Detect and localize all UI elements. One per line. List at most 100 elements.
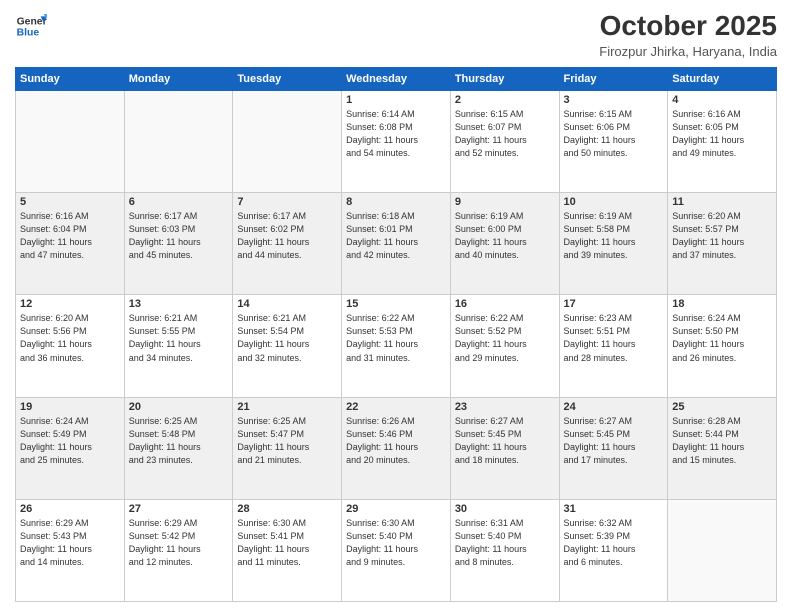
day-info: Sunrise: 6:20 AM Sunset: 5:56 PM Dayligh… [20, 312, 120, 364]
day-number: 21 [237, 401, 337, 413]
day-info: Sunrise: 6:31 AM Sunset: 5:40 PM Dayligh… [455, 517, 555, 569]
day-header-saturday: Saturday [668, 68, 777, 91]
day-info: Sunrise: 6:24 AM Sunset: 5:50 PM Dayligh… [672, 312, 772, 364]
calendar-cell [233, 91, 342, 193]
day-info: Sunrise: 6:19 AM Sunset: 5:58 PM Dayligh… [564, 210, 664, 262]
day-number: 7 [237, 196, 337, 208]
day-info: Sunrise: 6:16 AM Sunset: 6:05 PM Dayligh… [672, 108, 772, 160]
calendar-cell [124, 91, 233, 193]
day-number: 5 [20, 196, 120, 208]
logo: General Blue [15, 10, 47, 42]
calendar-table: SundayMondayTuesdayWednesdayThursdayFrid… [15, 67, 777, 602]
day-header-friday: Friday [559, 68, 668, 91]
calendar-cell: 6Sunrise: 6:17 AM Sunset: 6:03 PM Daylig… [124, 193, 233, 295]
day-info: Sunrise: 6:16 AM Sunset: 6:04 PM Dayligh… [20, 210, 120, 262]
day-number: 16 [455, 298, 555, 310]
calendar-cell: 1 Sunrise: 6:14 AM Sunset: 6:08 PM Daylig… [342, 91, 451, 193]
calendar-cell: 9 Sunrise: 6:19 AM Sunset: 6:00 PM Daylig… [450, 193, 559, 295]
day-number: 19 [20, 401, 120, 413]
day-info: Sunrise: 6:23 AM Sunset: 5:51 PM Dayligh… [564, 312, 664, 364]
day-info: Sunrise: 6:19 AM Sunset: 6:00 PM Dayligh… [455, 210, 555, 262]
day-info: Sunrise: 6:30 AM Sunset: 5:41 PM Dayligh… [237, 517, 337, 569]
calendar-cell: 29 Sunrise: 6:30 AM Sunset: 5:40 PM Dayli… [342, 499, 451, 601]
day-info: Sunrise: 6:17 AM Sunset: 6:03 PM Dayligh… [129, 210, 229, 262]
day-number: 17 [564, 298, 664, 310]
day-info: Sunrise: 6:18 AM Sunset: 6:01 PM Dayligh… [346, 210, 446, 262]
calendar-cell: 5 Sunrise: 6:16 AM Sunset: 6:04 PM Daylig… [16, 193, 125, 295]
day-number: 12 [20, 298, 120, 310]
day-number: 22 [346, 401, 446, 413]
calendar-cell: 4 Sunrise: 6:16 AM Sunset: 6:05 PM Daylig… [668, 91, 777, 193]
day-info: Sunrise: 6:30 AM Sunset: 5:40 PM Dayligh… [346, 517, 446, 569]
calendar-cell: 10 Sunrise: 6:19 AM Sunset: 5:58 PM Dayli… [559, 193, 668, 295]
calendar-page: General Blue October 2025 Firozpur Jhirk… [0, 0, 792, 612]
calendar-cell: 22Sunrise: 6:26 AM Sunset: 5:46 PM Dayli… [342, 397, 451, 499]
calendar-cell: 28 Sunrise: 6:30 AM Sunset: 5:41 PM Dayli… [233, 499, 342, 601]
day-info: Sunrise: 6:25 AM Sunset: 5:47 PM Dayligh… [237, 415, 337, 467]
calendar-cell [16, 91, 125, 193]
day-number: 28 [237, 503, 337, 515]
day-info: Sunrise: 6:21 AM Sunset: 5:55 PM Dayligh… [129, 312, 229, 364]
day-number: 15 [346, 298, 446, 310]
calendar-cell: 30 Sunrise: 6:31 AM Sunset: 5:40 PM Dayli… [450, 499, 559, 601]
calendar-cell: 8 Sunrise: 6:18 AM Sunset: 6:01 PM Daylig… [342, 193, 451, 295]
day-number: 1 [346, 94, 446, 106]
day-info: Sunrise: 6:14 AM Sunset: 6:08 PM Dayligh… [346, 108, 446, 160]
calendar-cell: 14 Sunrise: 6:21 AM Sunset: 5:54 PM Dayli… [233, 295, 342, 397]
week-row-4: 19 Sunrise: 6:24 AM Sunset: 5:49 PM Dayli… [16, 397, 777, 499]
header-row: SundayMondayTuesdayWednesdayThursdayFrid… [16, 68, 777, 91]
logo-icon: General Blue [15, 10, 47, 42]
day-number: 4 [672, 94, 772, 106]
day-number: 9 [455, 196, 555, 208]
calendar-cell: 13 Sunrise: 6:21 AM Sunset: 5:55 PM Dayli… [124, 295, 233, 397]
day-header-wednesday: Wednesday [342, 68, 451, 91]
day-number: 29 [346, 503, 446, 515]
day-number: 8 [346, 196, 446, 208]
week-row-1: 1 Sunrise: 6:14 AM Sunset: 6:08 PM Daylig… [16, 91, 777, 193]
month-title: October 2025 [599, 10, 777, 42]
day-info: Sunrise: 6:22 AM Sunset: 5:52 PM Dayligh… [455, 312, 555, 364]
day-header-monday: Monday [124, 68, 233, 91]
day-number: 2 [455, 94, 555, 106]
calendar-cell: 7Sunrise: 6:17 AM Sunset: 6:02 PM Daylig… [233, 193, 342, 295]
day-header-tuesday: Tuesday [233, 68, 342, 91]
calendar-cell: 23 Sunrise: 6:27 AM Sunset: 5:45 PM Dayli… [450, 397, 559, 499]
day-info: Sunrise: 6:24 AM Sunset: 5:49 PM Dayligh… [20, 415, 120, 467]
calendar-cell: 18 Sunrise: 6:24 AM Sunset: 5:50 PM Dayli… [668, 295, 777, 397]
day-number: 10 [564, 196, 664, 208]
calendar-cell: 25Sunrise: 6:28 AM Sunset: 5:44 PM Dayli… [668, 397, 777, 499]
day-info: Sunrise: 6:20 AM Sunset: 5:57 PM Dayligh… [672, 210, 772, 262]
calendar-cell: 20Sunrise: 6:25 AM Sunset: 5:48 PM Dayli… [124, 397, 233, 499]
day-info: Sunrise: 6:15 AM Sunset: 6:07 PM Dayligh… [455, 108, 555, 160]
day-info: Sunrise: 6:15 AM Sunset: 6:06 PM Dayligh… [564, 108, 664, 160]
svg-text:Blue: Blue [17, 28, 40, 39]
day-number: 14 [237, 298, 337, 310]
day-number: 13 [129, 298, 229, 310]
calendar-cell: 19 Sunrise: 6:24 AM Sunset: 5:49 PM Dayli… [16, 397, 125, 499]
day-info: Sunrise: 6:21 AM Sunset: 5:54 PM Dayligh… [237, 312, 337, 364]
week-row-3: 12 Sunrise: 6:20 AM Sunset: 5:56 PM Dayli… [16, 295, 777, 397]
calendar-cell: 27Sunrise: 6:29 AM Sunset: 5:42 PM Dayli… [124, 499, 233, 601]
title-block: October 2025 Firozpur Jhirka, Haryana, I… [599, 10, 777, 59]
day-info: Sunrise: 6:27 AM Sunset: 5:45 PM Dayligh… [455, 415, 555, 467]
day-number: 23 [455, 401, 555, 413]
calendar-cell: 12 Sunrise: 6:20 AM Sunset: 5:56 PM Dayli… [16, 295, 125, 397]
day-info: Sunrise: 6:25 AM Sunset: 5:48 PM Dayligh… [129, 415, 229, 467]
calendar-cell: 15 Sunrise: 6:22 AM Sunset: 5:53 PM Dayli… [342, 295, 451, 397]
day-info: Sunrise: 6:22 AM Sunset: 5:53 PM Dayligh… [346, 312, 446, 364]
calendar-cell: 21 Sunrise: 6:25 AM Sunset: 5:47 PM Dayli… [233, 397, 342, 499]
day-number: 24 [564, 401, 664, 413]
location: Firozpur Jhirka, Haryana, India [599, 44, 777, 59]
day-number: 18 [672, 298, 772, 310]
calendar-cell: 2 Sunrise: 6:15 AM Sunset: 6:07 PM Daylig… [450, 91, 559, 193]
day-number: 26 [20, 503, 120, 515]
day-info: Sunrise: 6:32 AM Sunset: 5:39 PM Dayligh… [564, 517, 664, 569]
day-header-sunday: Sunday [16, 68, 125, 91]
calendar-cell: 11Sunrise: 6:20 AM Sunset: 5:57 PM Dayli… [668, 193, 777, 295]
day-number: 30 [455, 503, 555, 515]
day-info: Sunrise: 6:28 AM Sunset: 5:44 PM Dayligh… [672, 415, 772, 467]
calendar-cell: 17 Sunrise: 6:23 AM Sunset: 5:51 PM Dayli… [559, 295, 668, 397]
calendar-cell: 26Sunrise: 6:29 AM Sunset: 5:43 PM Dayli… [16, 499, 125, 601]
day-number: 3 [564, 94, 664, 106]
day-info: Sunrise: 6:27 AM Sunset: 5:45 PM Dayligh… [564, 415, 664, 467]
